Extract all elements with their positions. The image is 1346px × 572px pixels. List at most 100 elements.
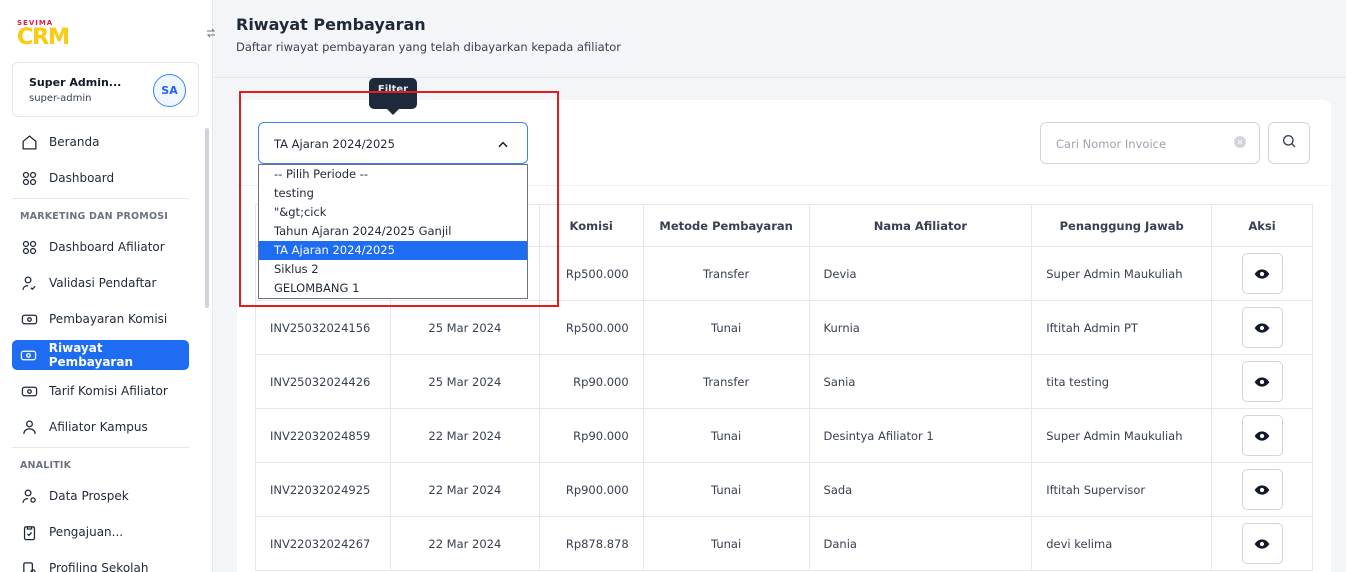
page-title: Riwayat Pembayaran	[236, 15, 426, 34]
cell-komisi: Rp90.000	[538, 354, 644, 409]
cell-metode: Tunai	[642, 408, 810, 463]
sidebar-toggle-icon[interactable]	[205, 27, 219, 41]
sidebar-scrollbar[interactable]	[205, 128, 209, 308]
sidebar-item-validasi[interactable]: Validasi Pendaftar	[12, 268, 189, 298]
sidebar-item-label: Pengajuan...	[49, 525, 124, 539]
eye-icon	[1254, 538, 1270, 549]
cell-invoice: INV22032024267	[255, 516, 391, 571]
sidebar: SEVIMA CRM Super Admin... super-admin SA…	[0, 0, 213, 572]
cell-aksi	[1211, 300, 1313, 355]
sidebar-item-label: Data Prospek	[49, 489, 129, 503]
cell-nama: Dania	[808, 516, 1033, 571]
cell-aksi	[1211, 246, 1313, 301]
sidebar-item-tarif[interactable]: Tarif Komisi Afiliator	[12, 376, 189, 406]
cell-nama: Desintya Afiliator 1	[808, 408, 1033, 463]
cell-date: 25 Mar 2024	[389, 354, 540, 409]
sidebar-item-label: Validasi Pendaftar	[49, 276, 157, 290]
cell-komisi: Rp878.878	[538, 516, 644, 571]
view-button[interactable]	[1241, 361, 1283, 402]
sidebar-item-beranda[interactable]: Beranda	[12, 127, 189, 157]
eye-icon	[1254, 376, 1270, 387]
brand-logo[interactable]: SEVIMA CRM	[17, 19, 70, 50]
table-row: INV25032024426 25 Mar 2024 Rp90.000 Tran…	[255, 354, 1313, 409]
clipboard-icon	[20, 523, 38, 541]
cell-pj: tita testing	[1031, 354, 1213, 409]
search-placeholder: Cari Nomor Invoice	[1056, 137, 1167, 151]
cell-komisi: Rp900.000	[538, 462, 644, 517]
view-button[interactable]	[1241, 253, 1283, 294]
sidebar-item-label: Tarif Komisi Afiliator	[49, 384, 168, 398]
sidebar-item-prospek[interactable]: Data Prospek	[12, 481, 189, 511]
eye-icon	[1254, 430, 1270, 441]
cell-invoice: INV22032024859	[255, 408, 391, 463]
money-icon	[20, 382, 38, 400]
cell-metode: Tunai	[642, 462, 810, 517]
cell-nama: Kurnia	[808, 300, 1033, 355]
sidebar-item-pengajuan[interactable]: Pengajuan...	[12, 517, 189, 547]
sidebar-item-label: Riwayat Pembayaran	[48, 341, 133, 369]
sidebar-item-label: Pembayaran Komisi	[49, 312, 168, 326]
cell-komisi: Rp90.000	[538, 408, 644, 463]
cell-komisi: Rp500.000	[538, 300, 644, 355]
cell-invoice: INV25032024156	[255, 300, 391, 355]
search-button[interactable]	[1268, 122, 1310, 164]
cell-metode: Tunai	[642, 516, 810, 571]
view-button[interactable]	[1241, 469, 1283, 510]
user-card[interactable]: Super Admin... super-admin SA	[12, 62, 199, 117]
cell-metode: Tunai	[642, 300, 810, 355]
column-header-metode: Metode Pembayaran	[642, 204, 810, 247]
search-input[interactable]: Cari Nomor Invoice ✕	[1040, 122, 1260, 164]
column-header-aksi: Aksi	[1211, 204, 1313, 247]
cell-nama: Sada	[808, 462, 1033, 517]
column-header-pj: Penanggung Jawab	[1031, 204, 1213, 247]
cell-date: 25 Mar 2024	[389, 300, 540, 355]
cell-pj: devi kelima	[1031, 516, 1213, 571]
cell-date: 22 Mar 2024	[389, 462, 540, 517]
page-subtitle: Daftar riwayat pembayaran yang telah dib…	[236, 40, 621, 54]
search-icon	[1281, 133, 1297, 153]
grid-icon	[20, 238, 38, 256]
column-header-nama: Nama Afiliator	[808, 204, 1033, 247]
sidebar-item-profiling[interactable]: Profiling Sekolah	[12, 553, 189, 572]
cell-nama: Sania	[808, 354, 1033, 409]
sidebar-item-label: Dashboard	[49, 171, 115, 185]
money-history-icon	[20, 346, 38, 364]
sidebar-item-riwayat[interactable]: Riwayat Pembayaran	[12, 340, 189, 370]
sidebar-divider	[12, 447, 189, 448]
grid-icon	[20, 169, 38, 187]
sidebar-item-label: Dashboard Afiliator	[49, 240, 165, 254]
section-title-marketing: MARKETING DAN PROMOSI	[20, 211, 168, 222]
home-icon	[20, 133, 38, 151]
cell-nama: Devia	[808, 246, 1033, 301]
school-icon	[20, 559, 38, 572]
clear-icon[interactable]: ✕	[1234, 136, 1246, 148]
eye-icon	[1254, 322, 1270, 333]
sidebar-item-kampus[interactable]: Afiliator Kampus	[12, 412, 189, 442]
sidebar-item-dashboard[interactable]: Dashboard	[12, 163, 189, 193]
view-button[interactable]	[1241, 523, 1283, 564]
cell-invoice: INV25032024426	[255, 354, 391, 409]
user-role: super-admin	[29, 93, 92, 104]
cell-metode: Transfer	[642, 246, 810, 301]
sidebar-item-dashboard-afiliator[interactable]: Dashboard Afiliator	[12, 232, 189, 262]
annotation-highlight-box	[239, 91, 559, 307]
view-button[interactable]	[1241, 307, 1283, 348]
cell-metode: Transfer	[642, 354, 810, 409]
brand-name: CRM	[17, 25, 70, 50]
section-title-analitik: ANALITIK	[20, 460, 72, 471]
user-name: Super Admin...	[29, 76, 122, 89]
cell-aksi	[1211, 462, 1313, 517]
user-check-icon	[20, 274, 38, 292]
table-row: INV22032024925 22 Mar 2024 Rp900.000 Tun…	[255, 462, 1313, 517]
cell-aksi	[1211, 408, 1313, 463]
eye-icon	[1254, 268, 1270, 279]
sidebar-item-pembayaran[interactable]: Pembayaran Komisi	[12, 304, 189, 334]
cell-aksi	[1211, 354, 1313, 409]
sidebar-item-label: Profiling Sekolah	[49, 561, 149, 572]
money-icon	[20, 310, 38, 328]
cell-invoice: INV22032024925	[255, 462, 391, 517]
user-icon	[20, 418, 38, 436]
user-search-icon	[20, 487, 38, 505]
view-button[interactable]	[1241, 415, 1283, 456]
avatar[interactable]: SA	[153, 74, 186, 107]
